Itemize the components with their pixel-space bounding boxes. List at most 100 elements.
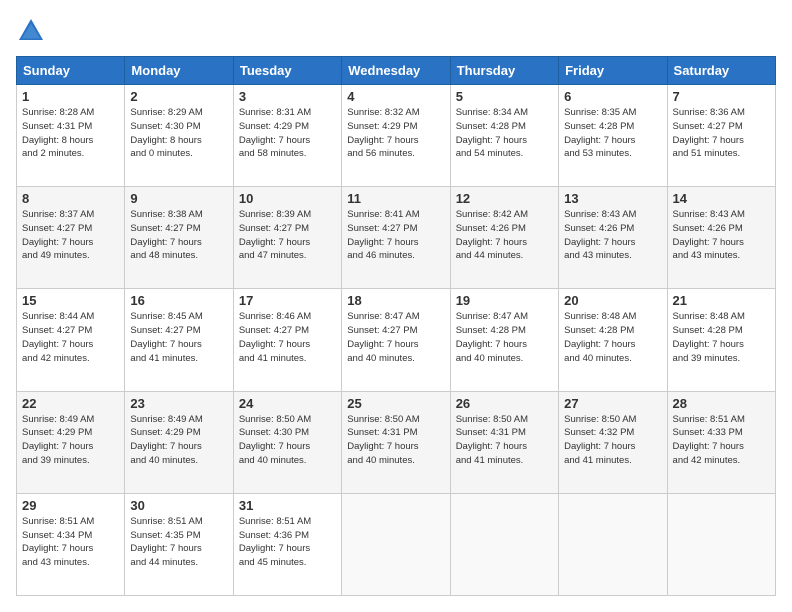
day-number: 7 bbox=[673, 89, 770, 104]
weekday-header-sunday: Sunday bbox=[17, 57, 125, 85]
calendar-week-2: 8 Sunrise: 8:37 AMSunset: 4:27 PMDaylight… bbox=[17, 187, 776, 289]
day-number: 8 bbox=[22, 191, 119, 206]
day-detail: Sunrise: 8:48 AMSunset: 4:28 PMDaylight:… bbox=[673, 310, 770, 365]
day-number: 18 bbox=[347, 293, 444, 308]
day-detail: Sunrise: 8:34 AMSunset: 4:28 PMDaylight:… bbox=[456, 106, 553, 161]
calendar-body: 1 Sunrise: 8:28 AMSunset: 4:31 PMDaylight… bbox=[17, 85, 776, 596]
weekday-header-saturday: Saturday bbox=[667, 57, 775, 85]
calendar-cell: 3Sunrise: 8:31 AMSunset: 4:29 PMDaylight… bbox=[233, 85, 341, 187]
logo-icon bbox=[16, 16, 46, 46]
day-number: 28 bbox=[673, 396, 770, 411]
day-number: 1 bbox=[22, 89, 119, 104]
calendar-cell: 28 Sunrise: 8:51 AMSunset: 4:33 PMDayligh… bbox=[667, 391, 775, 493]
day-detail: Sunrise: 8:51 AMSunset: 4:34 PMDaylight:… bbox=[22, 515, 119, 570]
calendar-cell: 29 Sunrise: 8:51 AMSunset: 4:34 PMDayligh… bbox=[17, 493, 125, 595]
day-detail: Sunrise: 8:37 AMSunset: 4:27 PMDaylight:… bbox=[22, 208, 119, 263]
calendar-cell bbox=[450, 493, 558, 595]
calendar-cell bbox=[559, 493, 667, 595]
calendar-week-5: 29 Sunrise: 8:51 AMSunset: 4:34 PMDayligh… bbox=[17, 493, 776, 595]
day-detail: Sunrise: 8:49 AMSunset: 4:29 PMDaylight:… bbox=[22, 413, 119, 468]
day-number: 20 bbox=[564, 293, 661, 308]
calendar-cell: 17 Sunrise: 8:46 AMSunset: 4:27 PMDayligh… bbox=[233, 289, 341, 391]
day-detail: Sunrise: 8:50 AMSunset: 4:30 PMDaylight:… bbox=[239, 413, 336, 468]
calendar-cell: 20 Sunrise: 8:48 AMSunset: 4:28 PMDayligh… bbox=[559, 289, 667, 391]
day-number: 19 bbox=[456, 293, 553, 308]
day-number: 9 bbox=[130, 191, 227, 206]
day-number: 21 bbox=[673, 293, 770, 308]
day-detail: Sunrise: 8:45 AMSunset: 4:27 PMDaylight:… bbox=[130, 310, 227, 365]
day-detail: Sunrise: 8:44 AMSunset: 4:27 PMDaylight:… bbox=[22, 310, 119, 365]
day-detail: Sunrise: 8:51 AMSunset: 4:33 PMDaylight:… bbox=[673, 413, 770, 468]
calendar-cell: 21 Sunrise: 8:48 AMSunset: 4:28 PMDayligh… bbox=[667, 289, 775, 391]
calendar-cell: 14Sunrise: 8:43 AMSunset: 4:26 PMDayligh… bbox=[667, 187, 775, 289]
day-detail: Sunrise: 8:51 AMSunset: 4:36 PMDaylight:… bbox=[239, 515, 336, 570]
day-detail: Sunrise: 8:31 AMSunset: 4:29 PMDaylight:… bbox=[239, 106, 336, 161]
day-detail: Sunrise: 8:28 AMSunset: 4:31 PMDaylight:… bbox=[22, 106, 119, 161]
day-number: 27 bbox=[564, 396, 661, 411]
day-detail: Sunrise: 8:32 AMSunset: 4:29 PMDaylight:… bbox=[347, 106, 444, 161]
calendar-cell: 12 Sunrise: 8:42 AMSunset: 4:26 PMDayligh… bbox=[450, 187, 558, 289]
weekday-header-monday: Monday bbox=[125, 57, 233, 85]
day-detail: Sunrise: 8:49 AMSunset: 4:29 PMDaylight:… bbox=[130, 413, 227, 468]
calendar-cell: 11 Sunrise: 8:41 AMSunset: 4:27 PMDayligh… bbox=[342, 187, 450, 289]
day-detail: Sunrise: 8:43 AMSunset: 4:26 PMDaylight:… bbox=[673, 208, 770, 263]
calendar-week-3: 15 Sunrise: 8:44 AMSunset: 4:27 PMDayligh… bbox=[17, 289, 776, 391]
day-detail: Sunrise: 8:48 AMSunset: 4:28 PMDaylight:… bbox=[564, 310, 661, 365]
calendar-week-1: 1 Sunrise: 8:28 AMSunset: 4:31 PMDaylight… bbox=[17, 85, 776, 187]
day-number: 17 bbox=[239, 293, 336, 308]
day-number: 31 bbox=[239, 498, 336, 513]
weekday-header-tuesday: Tuesday bbox=[233, 57, 341, 85]
weekday-header-thursday: Thursday bbox=[450, 57, 558, 85]
calendar-cell: 27 Sunrise: 8:50 AMSunset: 4:32 PMDayligh… bbox=[559, 391, 667, 493]
day-detail: Sunrise: 8:43 AMSunset: 4:26 PMDaylight:… bbox=[564, 208, 661, 263]
day-number: 2 bbox=[130, 89, 227, 104]
logo bbox=[16, 16, 50, 46]
calendar-cell: 6Sunrise: 8:35 AMSunset: 4:28 PMDaylight… bbox=[559, 85, 667, 187]
day-number: 22 bbox=[22, 396, 119, 411]
header bbox=[16, 16, 776, 46]
weekday-header-wednesday: Wednesday bbox=[342, 57, 450, 85]
day-detail: Sunrise: 8:46 AMSunset: 4:27 PMDaylight:… bbox=[239, 310, 336, 365]
day-number: 16 bbox=[130, 293, 227, 308]
day-number: 10 bbox=[239, 191, 336, 206]
weekday-header-friday: Friday bbox=[559, 57, 667, 85]
calendar-cell: 31 Sunrise: 8:51 AMSunset: 4:36 PMDayligh… bbox=[233, 493, 341, 595]
day-detail: Sunrise: 8:36 AMSunset: 4:27 PMDaylight:… bbox=[673, 106, 770, 161]
day-detail: Sunrise: 8:47 AMSunset: 4:27 PMDaylight:… bbox=[347, 310, 444, 365]
calendar-cell bbox=[342, 493, 450, 595]
day-detail: Sunrise: 8:50 AMSunset: 4:31 PMDaylight:… bbox=[456, 413, 553, 468]
calendar-cell: 26 Sunrise: 8:50 AMSunset: 4:31 PMDayligh… bbox=[450, 391, 558, 493]
day-number: 12 bbox=[456, 191, 553, 206]
day-detail: Sunrise: 8:35 AMSunset: 4:28 PMDaylight:… bbox=[564, 106, 661, 161]
day-number: 26 bbox=[456, 396, 553, 411]
day-detail: Sunrise: 8:50 AMSunset: 4:32 PMDaylight:… bbox=[564, 413, 661, 468]
calendar-cell: 24 Sunrise: 8:50 AMSunset: 4:30 PMDayligh… bbox=[233, 391, 341, 493]
day-number: 29 bbox=[22, 498, 119, 513]
day-number: 24 bbox=[239, 396, 336, 411]
day-detail: Sunrise: 8:42 AMSunset: 4:26 PMDaylight:… bbox=[456, 208, 553, 263]
calendar-cell: 10 Sunrise: 8:39 AMSunset: 4:27 PMDayligh… bbox=[233, 187, 341, 289]
day-detail: Sunrise: 8:47 AMSunset: 4:28 PMDaylight:… bbox=[456, 310, 553, 365]
calendar-cell: 23Sunrise: 8:49 AMSunset: 4:29 PMDayligh… bbox=[125, 391, 233, 493]
calendar-cell: 9 Sunrise: 8:38 AMSunset: 4:27 PMDaylight… bbox=[125, 187, 233, 289]
day-number: 13 bbox=[564, 191, 661, 206]
calendar-cell: 1 Sunrise: 8:28 AMSunset: 4:31 PMDaylight… bbox=[17, 85, 125, 187]
calendar-cell: 4Sunrise: 8:32 AMSunset: 4:29 PMDaylight… bbox=[342, 85, 450, 187]
day-detail: Sunrise: 8:51 AMSunset: 4:35 PMDaylight:… bbox=[130, 515, 227, 570]
calendar-cell: 30Sunrise: 8:51 AMSunset: 4:35 PMDayligh… bbox=[125, 493, 233, 595]
calendar-cell: 18 Sunrise: 8:47 AMSunset: 4:27 PMDayligh… bbox=[342, 289, 450, 391]
calendar-cell: 8 Sunrise: 8:37 AMSunset: 4:27 PMDaylight… bbox=[17, 187, 125, 289]
day-detail: Sunrise: 8:50 AMSunset: 4:31 PMDaylight:… bbox=[347, 413, 444, 468]
day-number: 11 bbox=[347, 191, 444, 206]
calendar-cell: 16 Sunrise: 8:45 AMSunset: 4:27 PMDayligh… bbox=[125, 289, 233, 391]
day-number: 15 bbox=[22, 293, 119, 308]
calendar-cell: 2Sunrise: 8:29 AMSunset: 4:30 PMDaylight… bbox=[125, 85, 233, 187]
calendar-cell bbox=[667, 493, 775, 595]
day-number: 5 bbox=[456, 89, 553, 104]
calendar-cell: 19 Sunrise: 8:47 AMSunset: 4:28 PMDayligh… bbox=[450, 289, 558, 391]
day-detail: Sunrise: 8:38 AMSunset: 4:27 PMDaylight:… bbox=[130, 208, 227, 263]
day-detail: Sunrise: 8:39 AMSunset: 4:27 PMDaylight:… bbox=[239, 208, 336, 263]
day-detail: Sunrise: 8:41 AMSunset: 4:27 PMDaylight:… bbox=[347, 208, 444, 263]
day-number: 25 bbox=[347, 396, 444, 411]
calendar-cell: 22 Sunrise: 8:49 AMSunset: 4:29 PMDayligh… bbox=[17, 391, 125, 493]
